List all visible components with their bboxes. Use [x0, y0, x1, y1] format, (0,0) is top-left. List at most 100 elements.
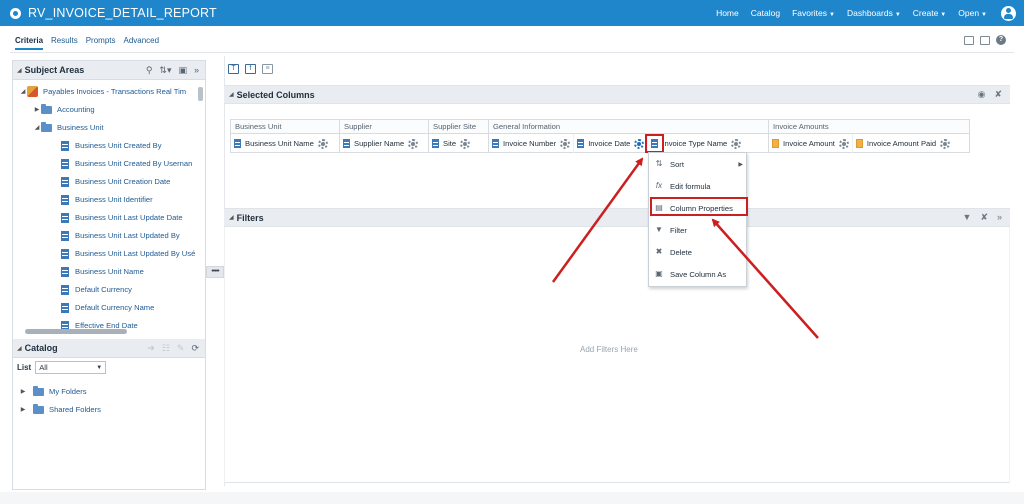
tree-item-label: Business Unit Identifier	[75, 195, 153, 204]
tree-item-label: Business Unit Created By	[75, 141, 162, 150]
subject-areas-title: Subject Areas	[24, 65, 85, 75]
tab-criteria[interactable]: Criteria	[15, 36, 44, 50]
save-icon[interactable]	[964, 35, 974, 45]
column-icon	[61, 176, 69, 187]
chevron-down-icon: ▼	[894, 12, 901, 18]
tree-vertical-scrollbar[interactable]	[198, 81, 204, 326]
help-icon[interactable]: ?	[996, 35, 1006, 45]
column-context-menu: ⇅ Sort ▶ fx Edit formula ▤ Column Properties…	[648, 152, 747, 287]
column-chip[interactable]: Business Unit Name	[231, 134, 331, 153]
nav-dashboards[interactable]: Dashboards ▼	[847, 8, 901, 18]
copy-icon[interactable]: ☷	[162, 343, 170, 354]
folder-icon	[33, 403, 44, 414]
catalog-item-my-folders[interactable]: ▶ My Folders	[19, 385, 87, 396]
editor-tabs: Criteria Results Prompts Advanced	[15, 36, 159, 50]
expand-icon[interactable]: ▶	[33, 106, 41, 113]
remove-filters-icon[interactable]: ✘	[980, 212, 988, 223]
filters-dropzone[interactable]	[224, 227, 1010, 483]
arrow-right-icon[interactable]: ➜	[147, 343, 155, 354]
column-icon	[577, 139, 585, 148]
tab-prompts[interactable]: Prompts	[86, 36, 116, 50]
collapse-icon[interactable]: ◢	[19, 88, 27, 95]
collapse-icon[interactable]: ◢	[17, 67, 22, 74]
gear-icon[interactable]	[838, 138, 849, 149]
chevron-down-icon: ▼	[96, 364, 103, 371]
column-chip[interactable]: Supplier Name	[340, 134, 421, 153]
tree-item-column[interactable]: Default Currency	[61, 281, 132, 298]
edit-icon[interactable]: ✎	[177, 343, 185, 354]
tree-item-column[interactable]: Default Currency Name	[61, 299, 154, 316]
gear-icon[interactable]	[560, 138, 571, 149]
tree-item-column[interactable]: Business Unit Created By	[61, 137, 162, 154]
column-icon	[61, 140, 69, 151]
gear-icon[interactable]	[634, 138, 645, 149]
sort-icon: ⇅	[655, 159, 663, 168]
gear-icon[interactable]	[731, 138, 742, 149]
save-as-icon[interactable]	[980, 35, 990, 45]
show-filters-icon[interactable]: T	[228, 64, 239, 74]
folder-icon	[41, 103, 52, 114]
scrollbar-thumb[interactable]	[198, 87, 203, 101]
tree-horizontal-scrollbar[interactable]	[19, 329, 197, 334]
tree-item-column[interactable]: Business Unit Last Update Date	[61, 209, 183, 226]
list-select[interactable]: All ▼	[35, 361, 107, 374]
nav-open[interactable]: Open ▼	[958, 8, 987, 18]
tree-item-label: Business Unit Creation Date	[75, 177, 171, 186]
tree-item-column[interactable]: Business Unit Identifier	[61, 191, 153, 208]
menu-item-edit-formula[interactable]: fx Edit formula	[649, 175, 748, 197]
list-label: List	[17, 363, 32, 372]
collapse-icon[interactable]: ◢	[229, 91, 234, 98]
gear-icon[interactable]	[940, 138, 951, 149]
menu-highlight-annotation	[650, 197, 748, 216]
collapse-icon[interactable]: ◢	[17, 345, 22, 352]
expand-icon[interactable]: ▶	[19, 406, 27, 413]
refresh-icon[interactable]: ⟳	[191, 343, 199, 354]
tab-results[interactable]: Results	[51, 36, 78, 50]
edit-formula-icon[interactable]: f	[245, 64, 256, 74]
gear-icon[interactable]	[408, 138, 419, 149]
add-filter-icon[interactable]: ▼	[963, 212, 972, 223]
collapse-icon[interactable]: ◢	[33, 124, 41, 131]
more-icon[interactable]: »	[997, 212, 1002, 223]
panel-splitter-handle[interactable]: •••••	[206, 266, 224, 278]
tree-item-subject-area[interactable]: ◢ Payables Invoices - Transactions Real …	[19, 83, 186, 100]
column-chip[interactable]: Invoice Amount Paid	[853, 134, 953, 153]
tab-advanced[interactable]: Advanced	[124, 36, 160, 50]
tree-item-column[interactable]: Business Unit Last Updated By Usé	[61, 245, 195, 262]
column-chip[interactable]: Invoice Date	[574, 134, 649, 153]
nav-home[interactable]: Home	[716, 8, 739, 18]
column-chip[interactable]: Invoice Number	[489, 134, 575, 153]
remove-all-icon[interactable]: ✘	[994, 89, 1002, 100]
search-icon[interactable]: ⚲	[146, 65, 153, 76]
nav-catalog[interactable]: Catalog	[751, 8, 780, 18]
tree-item-column[interactable]: Business Unit Created By Usernan	[61, 155, 192, 172]
column-icon	[61, 194, 69, 205]
column-chip[interactable]: Site	[429, 134, 473, 153]
column-properties-icon[interactable]: ≡	[262, 64, 273, 74]
catalog-item-shared-folders[interactable]: ▶ Shared Folders	[19, 403, 101, 414]
nav-create[interactable]: Create ▼	[913, 8, 946, 18]
expand-icon[interactable]: ▶	[19, 388, 27, 395]
tree-item-business-unit[interactable]: ◢ Business Unit	[33, 119, 103, 136]
menu-item-sort[interactable]: ⇅ Sort ▶	[649, 153, 748, 175]
column-chip[interactable]: Invoice Amount	[769, 134, 853, 153]
tree-item-accounting[interactable]: ▶ Accounting	[33, 101, 95, 118]
tree-item-column[interactable]: Business Unit Creation Date	[61, 173, 170, 190]
nav-favorites[interactable]: Favorites ▼	[792, 8, 835, 18]
sort-icon[interactable]: ⇅▾	[159, 65, 171, 76]
menu-item-filter[interactable]: ▼ Filter	[649, 219, 748, 241]
gear-icon[interactable]	[460, 138, 471, 149]
scrollbar-thumb[interactable]	[25, 329, 127, 334]
menu-item-save-column-as[interactable]: ▣ Save Column As	[649, 263, 748, 285]
user-avatar-icon[interactable]	[1001, 5, 1016, 21]
tree-item-column[interactable]: Business Unit Last Updated By	[61, 227, 180, 244]
selected-columns-title: Selected Columns	[236, 89, 315, 100]
menu-item-delete[interactable]: ✖ Delete	[649, 241, 748, 263]
expand-panel-icon[interactable]: »	[194, 65, 199, 76]
hide-icon[interactable]: ◉	[978, 89, 986, 100]
add-icon[interactable]: ▣	[178, 65, 187, 76]
folder-icon	[41, 121, 52, 132]
tree-item-column[interactable]: Business Unit Name	[61, 263, 144, 280]
collapse-icon[interactable]: ◢	[229, 214, 234, 221]
gear-icon[interactable]	[317, 138, 328, 149]
